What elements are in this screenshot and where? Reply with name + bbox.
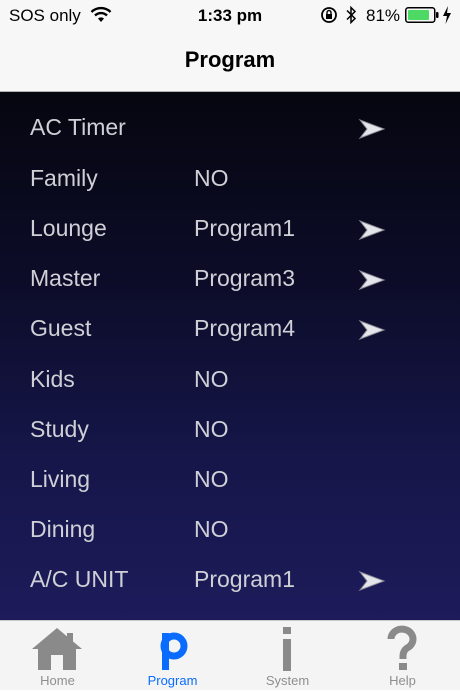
info-icon [283,627,291,671]
program-value: Program1 [194,215,295,241]
chevron-right-icon[interactable] [358,118,386,140]
room-label: Master [30,265,101,291]
program-value: NO [194,366,229,392]
program-value: NO [194,466,229,492]
room-label: Lounge [30,215,107,241]
charging-icon [443,6,451,24]
tab-label: Program [147,673,198,688]
chevron-right-icon[interactable] [358,319,386,341]
program-value: NO [194,516,229,542]
battery-icon [405,7,439,23]
help-icon [387,625,417,670]
chevron-right-icon[interactable] [358,570,386,592]
program-value: Program1 [194,566,295,592]
room-label: AC Timer [30,114,126,140]
status-bar: SOS only 1:33 pm 81% [0,0,460,32]
tab-bar: Home Program System Help [0,620,460,690]
list-row-lounge[interactable]: Lounge Program1 [0,205,460,255]
tab-home[interactable]: Home [0,621,115,691]
list-row-dining[interactable]: Dining NO [0,506,460,556]
tab-help[interactable]: Help [345,621,460,691]
tab-label: System [265,673,310,688]
page-title: Program [184,47,276,72]
tab-label: Help [389,673,416,688]
list-row-ac-unit[interactable]: A/C UNIT Program1 [0,556,460,606]
program-icon [160,632,188,670]
rotation-lock-icon [321,7,337,23]
tab-system[interactable]: System [230,621,345,691]
program-value: NO [194,416,229,442]
program-value: Program3 [194,265,295,291]
room-label: Study [30,416,89,442]
room-label: Guest [30,315,92,341]
battery-percent: 81% [366,6,401,25]
program-value: Program4 [194,315,295,341]
chevron-right-icon[interactable] [358,269,386,291]
program-list: AC Timer Family NO Lounge Program1 Maste… [0,92,460,620]
room-label: Dining [30,516,96,542]
tab-program[interactable]: Program [115,621,230,691]
room-label: Family [30,165,98,191]
list-row-family[interactable]: Family NO [0,155,460,205]
list-row-guest[interactable]: Guest Program4 [0,305,460,355]
bluetooth-icon [346,5,357,25]
tab-label: Home [40,673,75,688]
list-row-master[interactable]: Master Program3 [0,255,460,305]
list-row-living[interactable]: Living NO [0,456,460,506]
chevron-right-icon[interactable] [358,219,386,241]
list-row-study[interactable]: Study NO [0,406,460,456]
home-icon [32,628,82,670]
room-label: A/C UNIT [30,566,129,592]
room-label: Kids [30,366,75,392]
list-row-ac-timer[interactable]: AC Timer [0,104,460,154]
navigation-bar: Program [0,32,460,92]
list-row-kids[interactable]: Kids NO [0,356,460,406]
program-value: NO [194,165,229,191]
room-label: Living [30,466,91,492]
